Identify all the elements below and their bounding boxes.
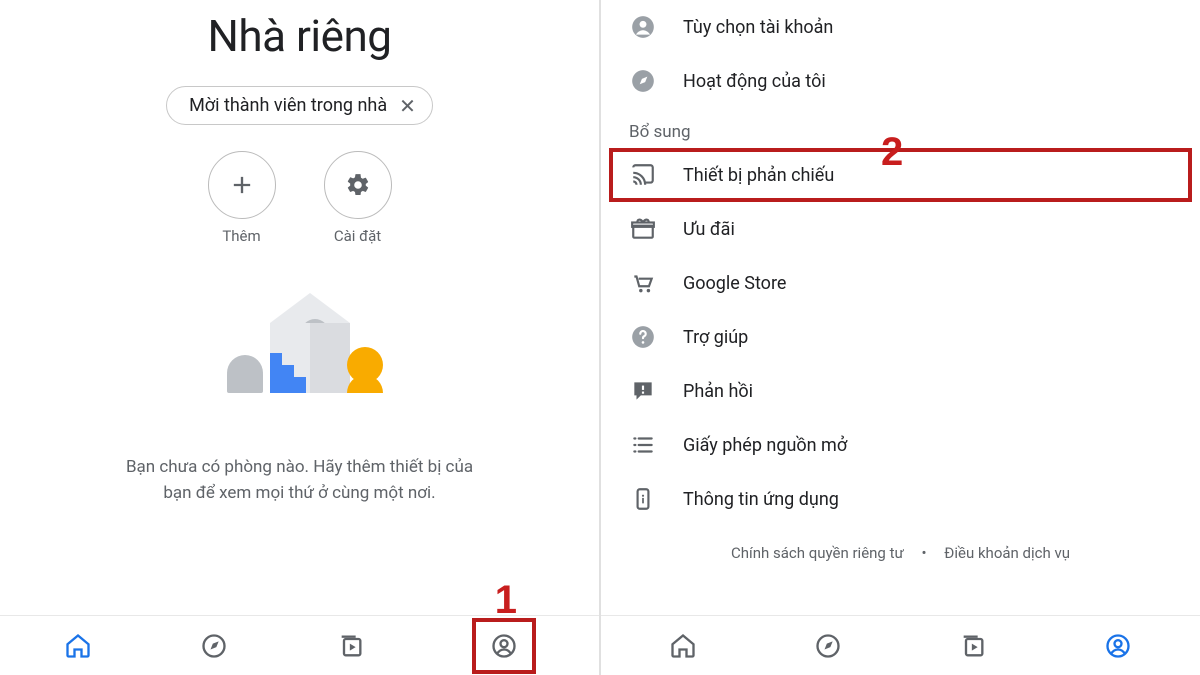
feedback-icon	[629, 377, 657, 405]
nav-account-highlighted[interactable]	[472, 618, 536, 674]
invite-member-label: Mời thành viên trong nhà	[189, 95, 387, 116]
person-circle-icon	[629, 13, 657, 41]
annotation-2: 2	[881, 130, 903, 175]
settings-button[interactable]	[324, 151, 392, 219]
invite-member-chip[interactable]: Mời thành viên trong nhà ✕	[166, 86, 433, 125]
add-button[interactable]	[208, 151, 276, 219]
nav-media[interactable]	[958, 631, 988, 661]
account-menu-screen: Tùy chọn tài khoản Hoạt động của tôi Bổ …	[601, 0, 1200, 675]
play-library-icon	[337, 632, 365, 660]
nav-discover[interactable]	[199, 631, 229, 661]
cast-icon	[629, 161, 657, 189]
account-icon	[490, 632, 518, 660]
menu-account-options[interactable]: Tùy chọn tài khoản	[601, 0, 1200, 54]
settings-action: Cài đặt	[324, 151, 392, 245]
home-icon	[64, 632, 92, 660]
home-icon	[669, 632, 697, 660]
page-title: Nhà riêng	[208, 10, 392, 62]
bottom-nav-right	[601, 615, 1200, 675]
add-label: Thêm	[208, 227, 276, 245]
menu-feedback[interactable]: Phản hồi	[601, 364, 1200, 418]
close-icon[interactable]: ✕	[399, 96, 416, 116]
list-icon	[629, 431, 657, 459]
account-icon	[1104, 632, 1132, 660]
home-screen: Nhà riêng Mời thành viên trong nhà ✕ Thê…	[0, 0, 601, 675]
menu-help[interactable]: Trợ giúp	[601, 310, 1200, 364]
cart-icon	[629, 269, 657, 297]
help-icon	[629, 323, 657, 351]
gear-icon	[345, 172, 371, 198]
menu-app-info[interactable]: Thông tin ứng dụng	[601, 472, 1200, 526]
menu-offers[interactable]: Ưu đãi	[601, 202, 1200, 256]
nav-home[interactable]	[668, 631, 698, 661]
menu-google-store[interactable]: Google Store	[601, 256, 1200, 310]
nav-discover[interactable]	[813, 631, 843, 661]
bottom-nav-left	[0, 615, 599, 675]
annotation-1: 1	[495, 578, 517, 623]
phone-info-icon	[629, 485, 657, 513]
settings-label: Cài đặt	[324, 227, 392, 245]
menu-my-activity[interactable]: Hoạt động của tôi	[601, 54, 1200, 108]
nav-account[interactable]	[1103, 631, 1133, 661]
privacy-link[interactable]: Chính sách quyền riêng tư	[731, 544, 904, 562]
compass-icon	[814, 632, 842, 660]
compass-filled-icon	[629, 67, 657, 95]
footer-links: Chính sách quyền riêng tư • Điều khoản d…	[601, 526, 1200, 572]
add-action: Thêm	[208, 151, 276, 245]
terms-link[interactable]: Điều khoản dịch vụ	[944, 544, 1070, 562]
plus-icon	[228, 171, 256, 199]
nav-home[interactable]	[63, 631, 93, 661]
menu-open-source[interactable]: Giấy phép nguồn mở	[601, 418, 1200, 472]
nav-media[interactable]	[336, 631, 366, 661]
separator-dot: •	[922, 544, 927, 562]
play-library-icon	[959, 632, 987, 660]
gift-icon	[629, 215, 657, 243]
empty-state-illustration	[190, 273, 410, 433]
compass-icon	[200, 632, 228, 660]
empty-state-text: Bạn chưa có phòng nào. Hãy thêm thiết bị…	[126, 455, 473, 506]
